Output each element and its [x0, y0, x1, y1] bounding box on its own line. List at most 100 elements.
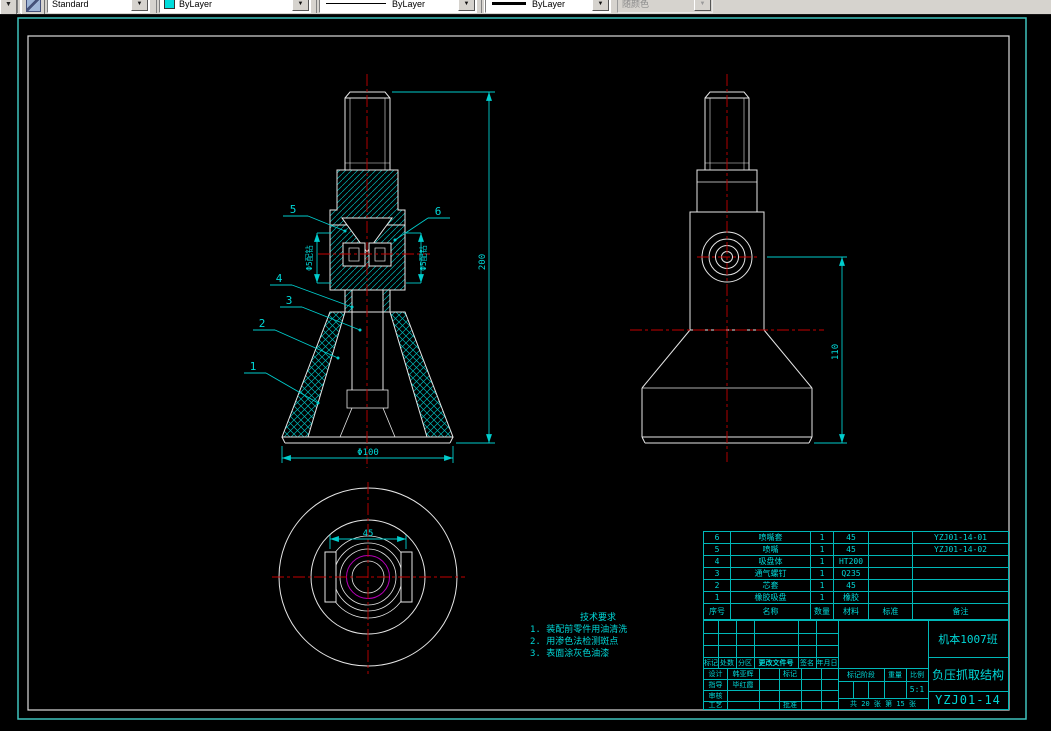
approve-label: 批准: [783, 701, 797, 709]
bom-cell: YZJ01-14-02: [913, 544, 1008, 555]
rev-header: 更改文件号: [758, 658, 794, 667]
bom-header-cell: 备注: [913, 604, 1008, 619]
bom-cell: [913, 568, 1008, 579]
bom-cell: 45: [834, 544, 868, 555]
dim-nozzle-left: Φ5配钻: [304, 245, 314, 271]
bom-cell: 1: [811, 556, 833, 567]
technical-requirement-line: 1. 装配前零件用油清洗: [530, 625, 628, 635]
bom-cell: 吸盘体: [731, 556, 810, 567]
plotstyle-combo: 随颜色 ▼: [617, 0, 713, 13]
drawing-title: 负压抓取结构: [931, 667, 1004, 682]
chevron-down-icon[interactable]: ▼: [131, 0, 148, 11]
styles-toolbar-button[interactable]: [21, 0, 45, 14]
text-style-value: Standard: [52, 0, 89, 9]
linetype-combo[interactable]: ByLayer ▼: [319, 0, 477, 13]
bom-header-cell: 标准: [869, 604, 912, 619]
bom-cell: 喷嘴套: [731, 532, 810, 543]
text-style-combo[interactable]: Standard ▼: [47, 0, 150, 13]
bom-cell: [913, 592, 1008, 603]
plotstyle-combo-value: 随颜色: [622, 0, 650, 9]
callout-6: 6: [435, 205, 442, 218]
bom-cell: 45: [834, 580, 868, 591]
bom-cell: 1: [811, 532, 833, 543]
chevron-down-icon[interactable]: ▼: [292, 0, 309, 11]
bom-cell: 1: [704, 592, 730, 603]
design-name: 韩亚辉: [732, 669, 754, 678]
mark-label: 标记: [783, 669, 797, 678]
process-label: 工艺: [708, 701, 723, 709]
bom-header-cell: 材料: [834, 604, 868, 619]
bom-cell: 1: [811, 544, 833, 555]
dim-side-height: 110: [831, 344, 841, 360]
lineweight-sample-icon: [492, 2, 526, 5]
bom-cell: 喷嘴: [731, 544, 810, 555]
bom-cell: 4: [704, 556, 730, 567]
bom-cell: 橡胶: [834, 592, 868, 603]
bom-table: 6 喷嘴套 1 45 YZJ01-14-01 5 喷嘴 1 45 YZJ01-1…: [703, 531, 1009, 621]
rev-header: 签名: [800, 658, 814, 667]
bom-cell: [869, 544, 912, 555]
sheet-info: 共 20 张 第 15 张: [850, 699, 916, 708]
bom-cell: [869, 556, 912, 567]
callout-3: 3: [286, 294, 293, 307]
linetype-combo-value: ByLayer: [392, 0, 426, 9]
bom-cell: [869, 532, 912, 543]
rev-header: 分区: [738, 658, 752, 667]
technical-requirement-line: 3. 表面涂灰色油漆: [530, 649, 610, 659]
title-block: 标记 处数 分区 更改文件号 签名 年月日 设计 韩亚辉 标记 指导 毕红霞 审…: [703, 620, 1009, 710]
rev-header: 处数: [720, 658, 734, 667]
bom-cell: 45: [834, 532, 868, 543]
bom-cell: 5: [704, 544, 730, 555]
dim-front-diameter: Φ100: [357, 448, 379, 458]
bom-cell: 2: [704, 580, 730, 591]
rev-header: 标记: [704, 658, 718, 667]
bom-cell: 1: [811, 592, 833, 603]
bom-header-cell: 名称: [731, 604, 810, 619]
dim-bottom-width: 45: [363, 529, 374, 539]
bom-cell: [869, 568, 912, 579]
top-toolbar: ▼ Standard ▼ ByLayer ▼ ByLayer ▼ ByLayer…: [0, 0, 1051, 15]
color-combo[interactable]: ByLayer ▼: [159, 0, 311, 13]
callout-4: 4: [276, 272, 283, 285]
chevron-down-icon[interactable]: ▼: [0, 0, 17, 14]
lineweight-combo[interactable]: ByLayer ▼: [485, 0, 611, 13]
technical-requirements-title: 技术要求: [579, 613, 616, 623]
styles-icon: [25, 0, 41, 12]
design-label: 设计: [708, 669, 723, 678]
bom-header-cell: 数量: [811, 604, 833, 619]
bom-cell: 6: [704, 532, 730, 543]
scale-label: 比例: [910, 670, 924, 679]
rev-header: 年月日: [816, 658, 838, 667]
bom-header-cell: 序号: [704, 604, 730, 619]
org-class: 机本1007班: [938, 633, 998, 646]
technical-requirements: 技术要求 1. 装配前零件用油清洗 2. 用渗色法检测斑点 3. 表面涂灰色油漆: [520, 612, 696, 660]
dim-front-height: 200: [478, 254, 488, 270]
bom-cell: Q235: [834, 568, 868, 579]
bom-cell: [913, 556, 1008, 567]
bylayer-color-swatch: [164, 0, 175, 9]
linetype-sample-icon: [326, 3, 386, 4]
bom-cell: [913, 580, 1008, 591]
chevron-down-icon[interactable]: ▼: [458, 0, 475, 11]
bom-cell: 3: [704, 568, 730, 579]
callout-5: 5: [290, 203, 297, 216]
chevron-down-icon[interactable]: ▼: [592, 0, 609, 11]
advisor-label: 指导: [708, 680, 723, 689]
bom-cell: 橡胶吸盘: [731, 592, 810, 603]
scale-value: 5:1: [909, 685, 925, 694]
technical-requirement-line: 2. 用渗色法检测斑点: [530, 637, 619, 647]
drawing-number: YZJ01-14: [935, 693, 1001, 707]
chevron-down-icon: ▼: [694, 0, 711, 11]
callout-2: 2: [259, 317, 266, 330]
bom-cell: HT200: [834, 556, 868, 567]
lineweight-combo-value: ByLayer: [532, 0, 566, 9]
bom-cell: 芯套: [731, 580, 810, 591]
bom-cell: [869, 580, 912, 591]
bom-cell: [869, 592, 912, 603]
callout-1: 1: [250, 360, 257, 373]
weight-label: 重量: [888, 670, 902, 679]
bom-cell: YZJ01-14-01: [913, 532, 1008, 543]
dim-nozzle-right: Φ5配钻: [418, 245, 428, 271]
bom-cell: 通气螺钉: [731, 568, 810, 579]
bom-cell: 1: [811, 580, 833, 591]
